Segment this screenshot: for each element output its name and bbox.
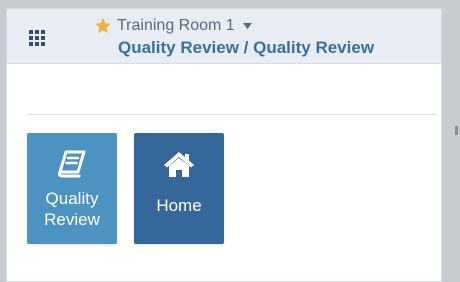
home-icon <box>163 150 195 178</box>
workspace-name: Training Room 1 <box>117 17 235 34</box>
workspace-selector[interactable]: Training Room 1 <box>94 15 252 37</box>
apps-grid-icon[interactable] <box>27 27 47 47</box>
caret-down-icon[interactable] <box>242 23 252 29</box>
book-icon <box>57 150 87 178</box>
star-icon[interactable] <box>94 17 112 35</box>
scrollbar-edge[interactable] <box>455 126 458 135</box>
tile-label: Home <box>156 196 202 215</box>
home-tile[interactable]: Home <box>134 133 224 244</box>
app-window: Training Room 1 Quality Review / Quality… <box>6 8 442 282</box>
tile-label: Quality Review <box>44 189 100 229</box>
quality-review-tile[interactable]: Quality Review <box>27 133 117 244</box>
breadcrumb: Quality Review / Quality Review <box>118 38 375 57</box>
section-divider <box>27 114 437 115</box>
content-bottom <box>7 275 441 281</box>
app-header: Training Room 1 Quality Review / Quality… <box>7 9 441 64</box>
